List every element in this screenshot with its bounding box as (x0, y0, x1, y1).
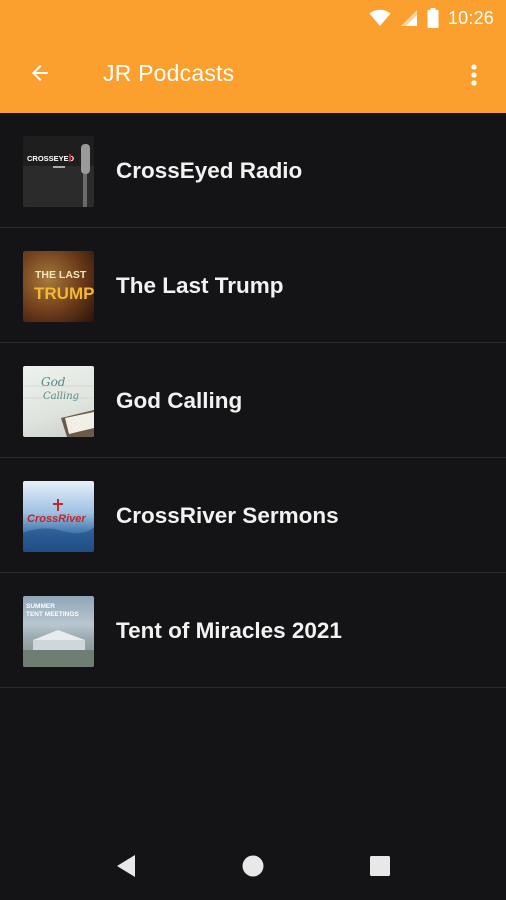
status-time: 10:26 (447, 7, 494, 28)
page-title: JR Podcasts (103, 60, 235, 86)
crossriver-artwork-image: CrossRiver (23, 499, 94, 552)
svg-text:CrossRiver: CrossRiver (27, 513, 86, 525)
wifi-icon (369, 9, 391, 26)
svg-text:TRUMP: TRUMP (34, 284, 94, 303)
podcast-item-the-last-trump[interactable]: THE LAST TRUMP The Last Trump (0, 228, 506, 343)
last-trump-artwork-image: THE LAST TRUMP (34, 269, 94, 303)
podcast-item-god-calling[interactable]: God Calling God Calling (0, 343, 506, 458)
podcast-title: CrossEyed Radio (116, 158, 303, 183)
podcast-item-tent-of-miracles-2021[interactable]: SUMMER TENT MEETINGS Tent of Miracles 20… (0, 573, 506, 688)
arrow-back-icon (32, 65, 48, 81)
podcast-artwork: THE LAST TRUMP (23, 251, 94, 322)
podcast-title: CrossRiver Sermons (116, 503, 339, 528)
cellular-signal-icon (400, 10, 417, 26)
crosseyed-artwork-image: CROSSEYED (23, 136, 94, 207)
circle-home-icon (242, 855, 264, 877)
triangle-back-icon (117, 855, 135, 877)
overflow-menu-button[interactable] (454, 53, 494, 97)
app-bar: JR Podcasts (0, 37, 506, 113)
podcast-artwork: CROSSEYED (23, 136, 94, 207)
podcast-artwork: CrossRiver (23, 481, 94, 552)
podcast-item-crossriver-sermons[interactable]: CrossRiver CrossRiver Sermons (0, 458, 506, 573)
svg-text:THE LAST: THE LAST (35, 269, 87, 281)
status-bar: 10:26 (0, 0, 506, 37)
podcast-title: The Last Trump (116, 273, 284, 298)
svg-text:TENT MEETINGS: TENT MEETINGS (26, 611, 79, 618)
nav-recents-button[interactable] (360, 848, 400, 884)
tent-meetings-artwork-image: SUMMER TENT MEETINGS (23, 603, 94, 667)
podcast-artwork: God Calling (23, 366, 94, 437)
svg-text:Calling: Calling (43, 391, 79, 402)
svg-text:God: God (41, 375, 66, 389)
podcast-artwork: SUMMER TENT MEETINGS (23, 596, 94, 667)
nav-back-button[interactable] (106, 848, 146, 884)
podcast-list: CROSSEYED CrossEyed Radio THE LAST TRUMP… (0, 113, 506, 688)
god-calling-artwork-image: God Calling (23, 375, 94, 437)
battery-icon (427, 8, 439, 28)
podcast-item-crosseyed-radio[interactable]: CROSSEYED CrossEyed Radio (0, 113, 506, 228)
podcast-title: Tent of Miracles 2021 (116, 618, 342, 643)
status-icons: 10:26 (369, 7, 494, 29)
system-navigation-bar (0, 828, 506, 900)
podcast-title: God Calling (116, 388, 243, 413)
more-vert-icon (471, 64, 477, 86)
back-button[interactable] (18, 51, 62, 95)
nav-home-button[interactable] (233, 848, 273, 884)
svg-text:CROSSEYED: CROSSEYED (27, 154, 75, 163)
svg-text:SUMMER: SUMMER (26, 603, 55, 610)
square-recents-icon (370, 856, 390, 876)
